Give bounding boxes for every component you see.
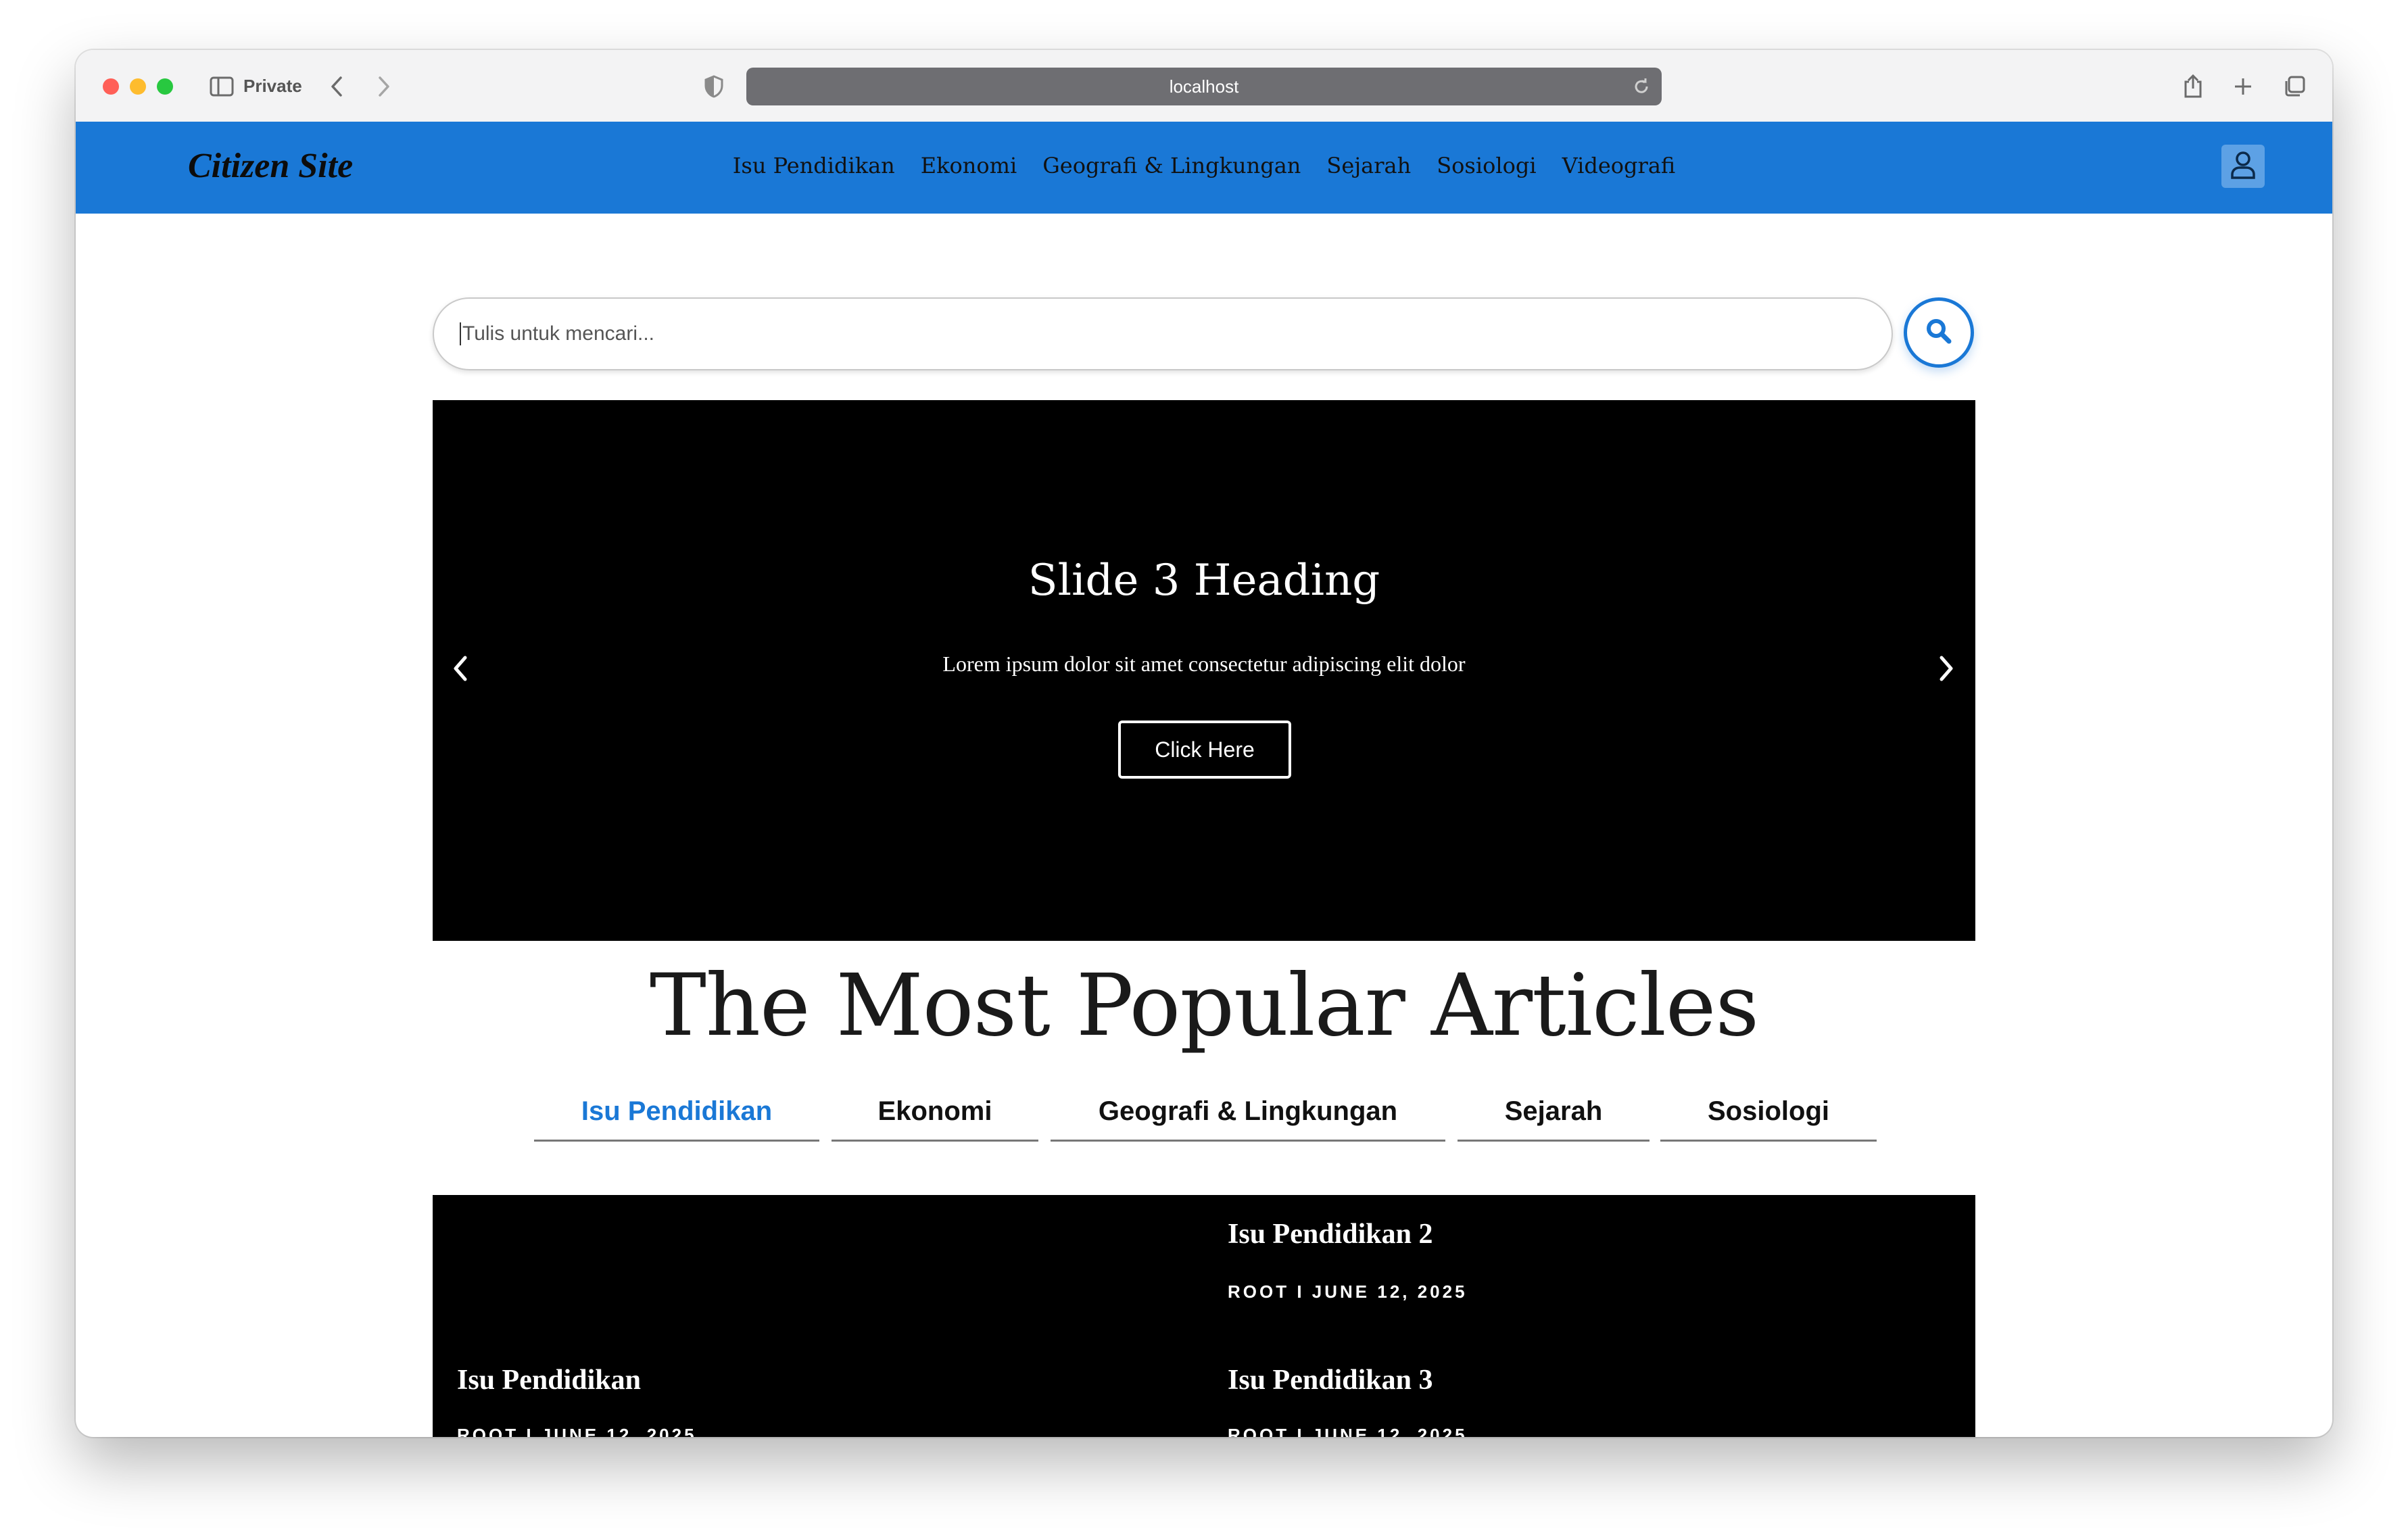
nav-item-sosiologi[interactable]: Sosiologi — [1437, 153, 1536, 178]
hero-carousel: Slide 3 Heading Lorem ipsum dolor sit am… — [433, 400, 1975, 941]
text-caret — [460, 322, 461, 345]
main-nav: Isu Pendidikan Ekonomi Geografi & Lingku… — [76, 153, 2332, 178]
nav-item-geografi-lingkungan[interactable]: Geografi & Lingkungan — [1042, 153, 1301, 178]
url-text: localhost — [1169, 76, 1239, 97]
nav-item-sejarah[interactable]: Sejarah — [1326, 153, 1411, 178]
tab-overview-icon[interactable] — [2280, 72, 2309, 101]
article-meta: ROOT I JUNE 12, 2025 — [1228, 1282, 1468, 1302]
section-title: The Most Popular Articles — [649, 956, 1759, 1055]
url-bar[interactable]: localhost — [746, 68, 1662, 105]
user-icon — [2230, 150, 2257, 183]
close-window-button[interactable] — [103, 78, 119, 95]
carousel-prev-icon[interactable] — [443, 652, 477, 685]
nav-item-videografi[interactable]: Videografi — [1562, 153, 1676, 178]
sidebar-icon[interactable] — [207, 72, 237, 101]
back-icon[interactable] — [322, 72, 352, 101]
article-meta: ROOT I JUNE 12, 2025 — [457, 1425, 697, 1437]
tab-isu-pendidikan[interactable]: Isu Pendidikan — [534, 1096, 819, 1142]
minimize-window-button[interactable] — [130, 78, 146, 95]
tab-ekonomi[interactable]: Ekonomi — [832, 1096, 1038, 1142]
private-label: Private — [243, 76, 302, 96]
tab-sosiologi[interactable]: Sosiologi — [1660, 1096, 1877, 1142]
share-icon[interactable] — [2178, 72, 2208, 101]
article-meta: ROOT I JUNE 12, 2025 — [1228, 1425, 1468, 1437]
articles-grid: Isu Pendidikan ROOT I JUNE 12, 2025 Isu … — [433, 1195, 1975, 1437]
site-navbar: Citizen Site Isu Pendidikan Ekonomi Geog… — [76, 122, 2332, 214]
carousel-next-icon[interactable] — [1929, 652, 1963, 685]
zoom-window-button[interactable] — [157, 78, 173, 95]
reload-icon[interactable] — [1628, 73, 1655, 100]
user-account-button[interactable] — [2221, 145, 2265, 188]
tab-sejarah[interactable]: Sejarah — [1458, 1096, 1650, 1142]
slide-heading: Slide 3 Heading — [1028, 556, 1380, 606]
tab-geografi-lingkungan[interactable]: Geografi & Lingkungan — [1051, 1096, 1445, 1142]
search-icon — [1924, 316, 1954, 349]
search-button[interactable] — [1904, 297, 1974, 368]
article-title[interactable]: Isu Pendidikan 2 — [1228, 1218, 1432, 1250]
forward-icon[interactable] — [369, 72, 399, 101]
slide-cta-button[interactable]: Click Here — [1118, 721, 1291, 779]
article-title[interactable]: Isu Pendidikan 3 — [1228, 1364, 1432, 1396]
new-tab-icon[interactable] — [2228, 72, 2258, 101]
slide-text: Lorem ipsum dolor sit amet consectetur a… — [942, 652, 1466, 676]
browser-toolbar: Private localhost — [76, 50, 2332, 123]
search-placeholder: Tulis untuk mencari... — [462, 322, 654, 345]
article-title[interactable]: Isu Pendidikan — [457, 1364, 641, 1396]
nav-item-ekonomi[interactable]: Ekonomi — [921, 153, 1017, 178]
browser-window: Private localhost Citizen Site Isu Pendi… — [76, 50, 2332, 1437]
nav-item-isu-pendidikan[interactable]: Isu Pendidikan — [733, 153, 895, 178]
shield-icon[interactable] — [699, 72, 729, 101]
search-input[interactable]: Tulis untuk mencari... — [433, 297, 1893, 370]
